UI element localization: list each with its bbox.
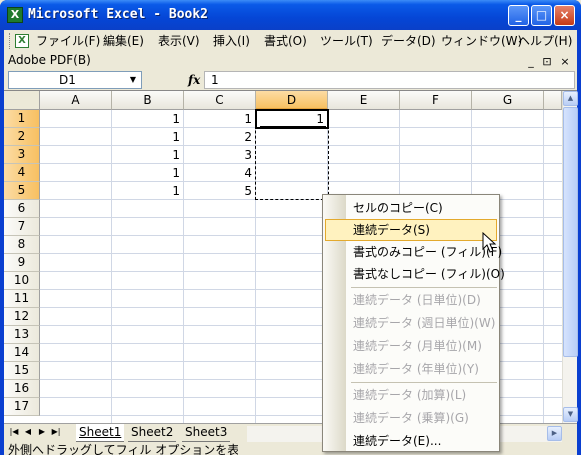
- menu-data[interactable]: データ(D): [381, 33, 436, 49]
- row-header-5[interactable]: 5: [4, 182, 40, 200]
- menu-item-fill-without-formatting[interactable]: 書式なしコピー (フィル)(O): [325, 263, 505, 285]
- menu-separator: [351, 287, 497, 288]
- cell-c5[interactable]: 5: [184, 182, 256, 200]
- cell-b4[interactable]: 1: [112, 164, 184, 182]
- window-title: Microsoft Excel - Book2: [28, 7, 209, 22]
- menu-bar: X ファイル(F) 編集(E) 表示(V) 挿入(I) 書式(O) ツール(T)…: [4, 30, 577, 52]
- row-header-6[interactable]: 6: [4, 200, 40, 218]
- adobe-pdf-toolbar: Adobe PDF(B) _ ⊡ ×: [4, 52, 577, 70]
- mouse-pointer-icon: [482, 232, 497, 253]
- menu-item-fill-years[interactable]: 連続データ (年単位)(Y): [325, 358, 497, 380]
- autofill-options-menu: セルのコピー(C) 連続データ(S) 書式のみコピー (フィル)(F) 書式なし…: [322, 194, 505, 452]
- menu-item-fill-weekdays[interactable]: 連続データ (週日単位)(W): [325, 312, 497, 334]
- scroll-up-arrow-icon[interactable]: ▲: [563, 91, 578, 106]
- row-header-17[interactable]: 17: [4, 398, 40, 416]
- row-header-2[interactable]: 2: [4, 128, 40, 146]
- menu-item-fill-formats-only[interactable]: 書式のみコピー (フィル)(F): [325, 241, 502, 263]
- row-header-15[interactable]: 15: [4, 362, 40, 380]
- row-header-16[interactable]: 16: [4, 380, 40, 398]
- menu-separator: [351, 382, 497, 383]
- row-header-4[interactable]: 4: [4, 164, 40, 182]
- prev-sheet-icon[interactable]: ◀: [22, 427, 34, 436]
- tab-sheet1[interactable]: Sheet1: [76, 424, 125, 442]
- next-sheet-icon[interactable]: ▶: [36, 427, 48, 436]
- cell-b1[interactable]: 1: [112, 110, 184, 128]
- cell-c2[interactable]: 2: [184, 128, 256, 146]
- column-header-a[interactable]: A: [40, 91, 112, 110]
- menu-edit[interactable]: 編集(E): [103, 33, 144, 49]
- column-header-c[interactable]: C: [184, 91, 256, 110]
- minimize-button[interactable]: _: [508, 5, 529, 26]
- vertical-scrollbar[interactable]: ▲ ▼: [562, 91, 578, 423]
- row-header-9[interactable]: 9: [4, 254, 40, 272]
- menu-item-fill-months[interactable]: 連続データ (月単位)(M): [325, 335, 497, 357]
- name-box-value: D1: [59, 73, 76, 87]
- tab-sheet3[interactable]: Sheet3: [182, 424, 231, 442]
- name-box[interactable]: D1 ▼: [8, 71, 142, 89]
- excel-app-icon[interactable]: X: [7, 7, 23, 23]
- mdi-restore-button[interactable]: ⊡: [540, 55, 554, 68]
- menu-window[interactable]: ウィンドウ(W): [441, 33, 522, 49]
- row-header-14[interactable]: 14: [4, 344, 40, 362]
- cell-b3[interactable]: 1: [112, 146, 184, 164]
- menu-item-growth-trend[interactable]: 連続データ (乗算)(G): [325, 407, 497, 429]
- column-header-f[interactable]: F: [400, 91, 472, 110]
- select-all-button[interactable]: [4, 91, 40, 110]
- formula-input[interactable]: 1: [204, 71, 575, 89]
- toolbar-grip[interactable]: [9, 33, 12, 49]
- row-header-7[interactable]: 7: [4, 218, 40, 236]
- tab-sheet2[interactable]: Sheet2: [128, 424, 177, 442]
- row-header-12[interactable]: 12: [4, 308, 40, 326]
- first-sheet-icon[interactable]: |◀: [8, 427, 20, 436]
- menu-item-fill-days[interactable]: 連続データ (日単位)(D): [325, 289, 497, 311]
- column-header-h[interactable]: [544, 91, 562, 110]
- title-bar[interactable]: X Microsoft Excel - Book2 _ □ ×: [0, 0, 581, 30]
- mdi-close-button[interactable]: ×: [558, 55, 572, 68]
- menu-help[interactable]: ヘルプ(H): [518, 33, 572, 49]
- last-sheet-icon[interactable]: ▶|: [50, 427, 62, 436]
- cell-c1[interactable]: 1: [184, 110, 256, 128]
- column-header-g[interactable]: G: [472, 91, 544, 110]
- row-header-11[interactable]: 11: [4, 290, 40, 308]
- cell-b2[interactable]: 1: [112, 128, 184, 146]
- fx-icon[interactable]: fx: [188, 73, 200, 87]
- row-header-10[interactable]: 10: [4, 272, 40, 290]
- row-header-3[interactable]: 3: [4, 146, 40, 164]
- workbook-icon[interactable]: X: [15, 34, 29, 48]
- menu-item-fill-series[interactable]: 連続データ(S): [325, 219, 497, 241]
- cell-b5[interactable]: 1: [112, 182, 184, 200]
- cell-c3[interactable]: 3: [184, 146, 256, 164]
- formula-value: 1: [211, 73, 219, 87]
- cell-c4[interactable]: 4: [184, 164, 256, 182]
- menu-format[interactable]: 書式(O): [264, 33, 307, 49]
- scroll-right-arrow-icon[interactable]: ▶: [547, 426, 562, 441]
- menu-view[interactable]: 表示(V): [158, 33, 200, 49]
- menu-item-series-dialog[interactable]: 連続データ(E)...: [325, 430, 497, 452]
- vertical-scroll-thumb[interactable]: [563, 107, 578, 357]
- adobe-pdf-menu[interactable]: Adobe PDF(B): [8, 53, 91, 67]
- menu-file[interactable]: ファイル(F): [36, 33, 100, 49]
- maximize-button[interactable]: □: [531, 5, 552, 26]
- fill-handle[interactable]: [260, 126, 326, 128]
- menu-tools[interactable]: ツール(T): [320, 33, 373, 49]
- menu-item-copy-cells[interactable]: セルのコピー(C): [325, 197, 497, 219]
- formula-bar: D1 ▼ fx 1: [4, 70, 577, 90]
- scroll-down-arrow-icon[interactable]: ▼: [563, 407, 578, 422]
- row-header-8[interactable]: 8: [4, 236, 40, 254]
- mdi-minimize-button[interactable]: _: [524, 55, 538, 68]
- menu-item-linear-trend[interactable]: 連続データ (加算)(L): [325, 384, 497, 406]
- close-button[interactable]: ×: [554, 5, 575, 26]
- menu-insert[interactable]: 挿入(I): [213, 33, 250, 49]
- status-text: 外側へドラッグしてフィル オプションを表示す: [8, 443, 238, 455]
- column-header-e[interactable]: E: [328, 91, 400, 110]
- row-header-13[interactable]: 13: [4, 326, 40, 344]
- row-header-1[interactable]: 1: [4, 110, 40, 128]
- column-header-b[interactable]: B: [112, 91, 184, 110]
- column-header-d[interactable]: D: [256, 91, 328, 110]
- chevron-down-icon[interactable]: ▼: [125, 72, 141, 88]
